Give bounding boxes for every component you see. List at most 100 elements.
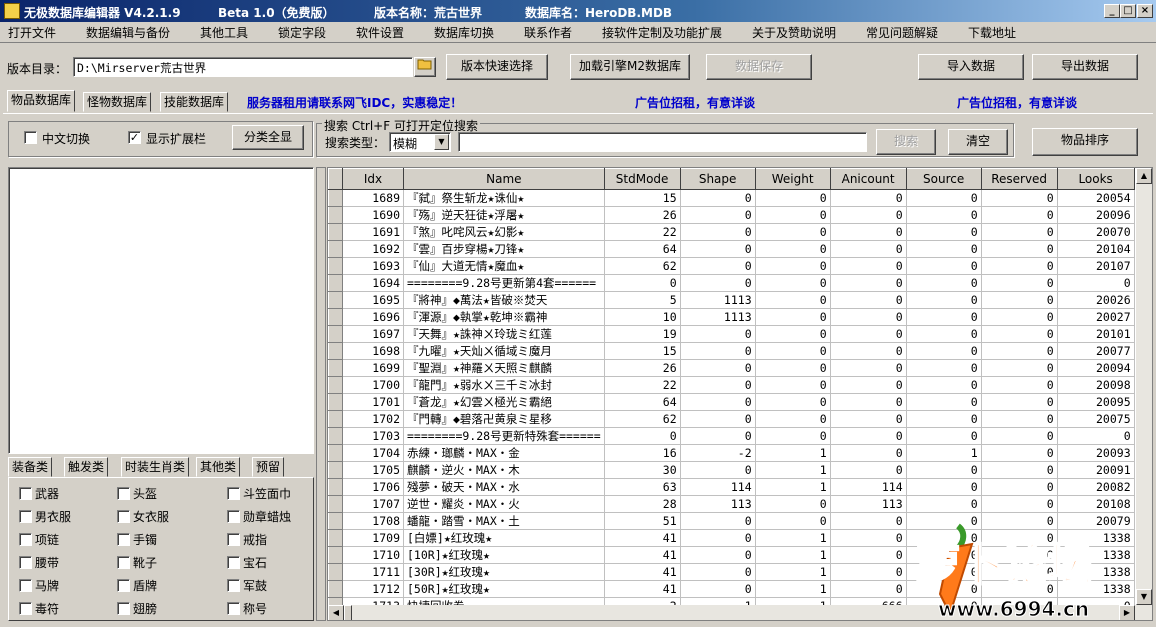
row-indicator[interactable]	[328, 393, 343, 411]
cell-stdmode[interactable]: 19	[604, 325, 681, 343]
cell-looks[interactable]: 20027	[1057, 308, 1135, 326]
column-header-name[interactable]: Name	[403, 168, 605, 190]
tab-reserved[interactable]: 预留	[252, 457, 285, 477]
search-type-select[interactable]: 模糊 ▼	[389, 132, 451, 152]
cell-weight[interactable]: 0	[755, 189, 831, 207]
show-all-categories-button[interactable]: 分类全显	[232, 125, 304, 150]
cell-idx[interactable]: 1709	[342, 529, 404, 547]
cell-shape[interactable]: -2	[680, 444, 756, 462]
cell-looks[interactable]: 20098	[1057, 376, 1135, 394]
cell-source[interactable]: 0	[906, 189, 982, 207]
cell-idx[interactable]: 1690	[342, 206, 404, 224]
cell-looks[interactable]: 0	[1057, 427, 1135, 445]
row-indicator[interactable]	[328, 206, 343, 224]
cell-name[interactable]: 逆世・耀炎・MAX・火	[403, 495, 605, 513]
row-indicator[interactable]	[328, 376, 343, 394]
category-checkbox[interactable]	[227, 556, 240, 569]
cell-looks[interactable]: 20094	[1057, 359, 1135, 377]
category-checkbox[interactable]	[117, 579, 130, 592]
quick-select-button[interactable]: 版本快速选择	[446, 54, 548, 80]
cell-reserved[interactable]: 0	[981, 444, 1058, 462]
table-row[interactable]: 1689 『弑』祭生斩龙★诛仙★ 15 0 0 0 0 0 20054	[328, 189, 1135, 207]
cell-reserved[interactable]: 0	[981, 206, 1058, 224]
cell-idx[interactable]: 1704	[342, 444, 404, 462]
menu-data-edit-backup[interactable]: 数据编辑与备份	[86, 24, 170, 41]
cell-idx[interactable]: 1698	[342, 342, 404, 360]
cell-source[interactable]: 0	[906, 223, 982, 241]
cell-name[interactable]: [30R]★红玫瑰★	[403, 563, 605, 581]
cell-weight[interactable]: 0	[755, 495, 831, 513]
cell-weight[interactable]: 0	[755, 512, 831, 530]
cell-stdmode[interactable]: 26	[604, 359, 681, 377]
column-header-weight[interactable]: Weight	[754, 168, 831, 190]
cell-name[interactable]: 『殇』逆天狂徒★浮屠★	[403, 206, 605, 224]
table-row[interactable]: 1702 『門轉』◆碧落卍黄泉ミ星移 62 0 0 0 0 0 20075	[328, 410, 1135, 428]
cell-shape[interactable]: 0	[680, 274, 756, 292]
cell-name[interactable]: 『煞』叱咤风云★幻影★	[403, 223, 605, 241]
table-row[interactable]: 1692 『雲』百步穿楊★刀锋★ 64 0 0 0 0 0 20104	[328, 240, 1135, 258]
cell-anicount[interactable]: 0	[830, 342, 907, 360]
cell-source[interactable]: 0	[906, 410, 982, 428]
cell-idx[interactable]: 1712	[342, 580, 404, 598]
ad-banner-idc[interactable]: 服务器租用请联系网飞IDC，实惠稳定！	[247, 94, 462, 111]
cell-weight[interactable]: 0	[755, 223, 831, 241]
cell-stdmode[interactable]: 41	[604, 546, 681, 564]
cell-anicount[interactable]: 0	[830, 308, 907, 326]
cell-stdmode[interactable]: 0	[604, 274, 681, 292]
cell-shape[interactable]: 0	[680, 223, 756, 241]
scroll-up-icon[interactable]: ▲	[1136, 168, 1152, 184]
cell-anicount[interactable]: 0	[830, 274, 907, 292]
ad-banner-1[interactable]: 广告位招租，有意详谈	[635, 94, 755, 111]
category-checkbox[interactable]	[19, 579, 32, 592]
cell-reserved[interactable]: 0	[981, 461, 1058, 479]
scroll-left-icon[interactable]: ◀	[328, 605, 344, 620]
cell-reserved[interactable]: 0	[981, 325, 1058, 343]
menu-download[interactable]: 下载地址	[968, 24, 1016, 41]
column-header-looks[interactable]: Looks	[1056, 168, 1135, 190]
cell-weight[interactable]: 0	[755, 308, 831, 326]
cell-weight[interactable]: 0	[755, 359, 831, 377]
cell-idx[interactable]: 1699	[342, 359, 404, 377]
cell-stdmode[interactable]: 64	[604, 393, 681, 411]
menu-db-switch[interactable]: 数据库切换	[434, 24, 494, 41]
table-row[interactable]: 1691 『煞』叱咤风云★幻影★ 22 0 0 0 0 0 20070	[328, 223, 1135, 241]
cell-weight[interactable]: 0	[755, 240, 831, 258]
cell-stdmode[interactable]: 51	[604, 512, 681, 530]
cell-stdmode[interactable]: 63	[604, 478, 681, 496]
cell-looks[interactable]: 0	[1057, 274, 1135, 292]
cell-idx[interactable]: 1703	[342, 427, 404, 445]
cell-stdmode[interactable]: 26	[604, 206, 681, 224]
table-row[interactable]: 1694 ========9.28号更新第4套====== 0 0 0 0 0 0 0	[328, 274, 1135, 292]
cell-shape[interactable]: 0	[680, 240, 756, 258]
cell-shape[interactable]: 114	[680, 478, 756, 496]
cell-reserved[interactable]: 0	[981, 223, 1058, 241]
cell-anicount[interactable]: 0	[830, 325, 907, 343]
column-header-idx[interactable]: Idx	[342, 168, 404, 190]
cell-shape[interactable]: 0	[680, 325, 756, 343]
cell-idx[interactable]: 1693	[342, 257, 404, 275]
cell-anicount[interactable]: 0	[830, 376, 907, 394]
cell-reserved[interactable]: 0	[981, 410, 1058, 428]
close-icon[interactable]: ×	[1137, 4, 1153, 18]
cell-idx[interactable]: 1706	[342, 478, 404, 496]
category-checkbox[interactable]	[117, 510, 130, 523]
row-indicator[interactable]	[328, 274, 343, 292]
cell-reserved[interactable]: 0	[981, 478, 1058, 496]
minimize-icon[interactable]: _	[1104, 4, 1120, 18]
cell-looks[interactable]: 20108	[1057, 495, 1135, 513]
cell-idx[interactable]: 1705	[342, 461, 404, 479]
cell-weight[interactable]: 0	[755, 325, 831, 343]
cell-source[interactable]: 0	[906, 393, 982, 411]
cell-anicount[interactable]: 0	[830, 461, 907, 479]
row-indicator[interactable]	[328, 257, 343, 275]
cell-name[interactable]: 『門轉』◆碧落卍黄泉ミ星移	[403, 410, 605, 428]
tab-skill-db[interactable]: 技能数据库	[160, 92, 229, 112]
cell-anicount[interactable]: 0	[830, 580, 907, 598]
cell-stdmode[interactable]: 15	[604, 189, 681, 207]
row-indicator[interactable]	[328, 512, 343, 530]
row-indicator[interactable]	[328, 359, 343, 377]
cell-stdmode[interactable]: 28	[604, 495, 681, 513]
cell-weight[interactable]: 0	[755, 342, 831, 360]
cell-looks[interactable]: 20104	[1057, 240, 1135, 258]
cell-idx[interactable]: 1696	[342, 308, 404, 326]
